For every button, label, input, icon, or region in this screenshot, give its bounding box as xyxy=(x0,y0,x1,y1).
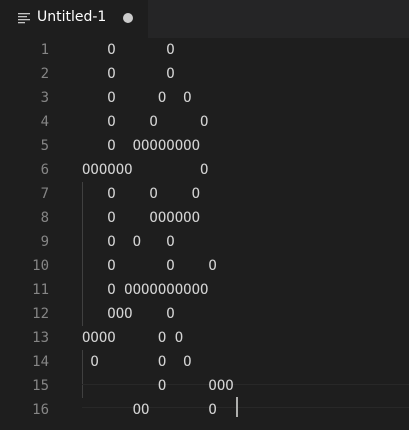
unsaved-indicator-icon[interactable] xyxy=(123,13,133,23)
line-number: 10 xyxy=(32,258,49,274)
code-line[interactable]: 9 O O O xyxy=(0,230,409,254)
line-number: 14 xyxy=(32,354,49,370)
line-text: O O O xyxy=(82,234,175,250)
code-line[interactable]: 11 O OOOOOOOOOO xyxy=(0,278,409,302)
code-line[interactable]: 13 OOOO O O xyxy=(0,326,409,350)
line-number: 9 xyxy=(40,234,49,250)
line-number: 2 xyxy=(40,66,49,82)
text-cursor xyxy=(236,397,238,417)
code-line[interactable]: 16 OO O xyxy=(0,398,409,422)
code-line[interactable]: 2 O O xyxy=(0,62,409,86)
line-number: 5 xyxy=(40,138,49,154)
line-number: 13 xyxy=(32,330,49,346)
line-text: O OOOOOOOOOO xyxy=(82,282,209,298)
code-line[interactable]: 15 O OOO xyxy=(0,374,409,398)
line-text: OOOO O O xyxy=(82,330,184,346)
code-line[interactable]: 6 OOOOOO O xyxy=(0,158,409,182)
line-text: OO O xyxy=(82,402,217,418)
line-number: 8 xyxy=(40,210,49,226)
line-number: 11 xyxy=(32,282,49,298)
line-text: O OOOOOOOO xyxy=(82,138,201,154)
code-line[interactable]: 5 O OOOOOOOO xyxy=(0,134,409,158)
code-line[interactable]: 12 OOO O xyxy=(0,302,409,326)
tab-bar: Untitled-1 xyxy=(0,0,409,38)
code-line[interactable]: 3 O O O xyxy=(0,86,409,110)
code-line[interactable]: 10 O O O xyxy=(0,254,409,278)
line-number: 6 xyxy=(40,162,49,178)
line-text: O O O xyxy=(82,258,217,274)
line-number: 3 xyxy=(40,90,49,106)
text-file-icon xyxy=(18,13,30,24)
line-number: 4 xyxy=(40,114,49,130)
line-number: 7 xyxy=(40,186,49,202)
line-text: O O O xyxy=(82,114,209,130)
line-text: O OOO xyxy=(82,378,234,394)
code-line[interactable]: 8 O OOOOOO xyxy=(0,206,409,230)
editor-window: Untitled-1 1 O O 2 O O 3 O O O 4 O O O 5… xyxy=(0,0,409,430)
line-text: O O O xyxy=(82,90,192,106)
line-number: 1 xyxy=(40,42,49,58)
code-line[interactable]: 7 O O O xyxy=(0,182,409,206)
line-text: OOOOOO O xyxy=(82,162,209,178)
tab-title: Untitled-1 xyxy=(37,9,107,25)
tab-untitled-1[interactable]: Untitled-1 xyxy=(0,0,148,38)
line-text: O O xyxy=(82,42,175,58)
code-line[interactable]: 1 O O xyxy=(0,38,409,62)
line-number: 12 xyxy=(32,306,49,322)
line-number: 16 xyxy=(32,402,49,418)
code-line[interactable]: 14 O O O xyxy=(0,350,409,374)
line-text: OOO O xyxy=(82,306,175,322)
text-editor[interactable]: 1 O O 2 O O 3 O O O 4 O O O 5 O OOOOOOOO… xyxy=(0,38,409,430)
code-line[interactable]: 4 O O O xyxy=(0,110,409,134)
line-text: O O xyxy=(82,66,175,82)
line-text: O OOOOOO xyxy=(82,210,201,226)
line-text: O O O xyxy=(82,354,192,370)
line-text: O O O xyxy=(82,186,201,202)
line-number: 15 xyxy=(32,378,49,394)
